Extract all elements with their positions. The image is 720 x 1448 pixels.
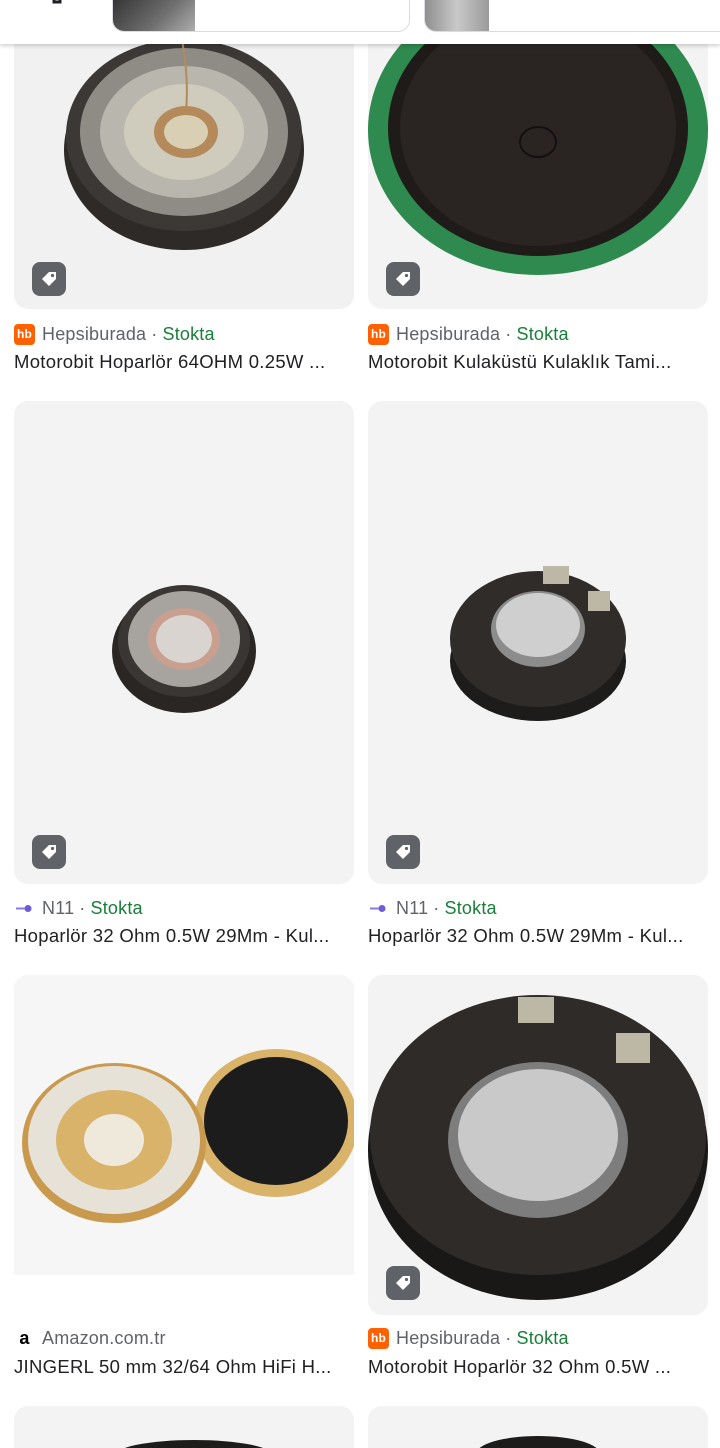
source-name: Hepsiburada <box>396 323 501 344</box>
price-tag-icon[interactable] <box>386 835 420 869</box>
product-title[interactable]: Motorobit Kulaküstü Kulaklık Tami... <box>368 351 700 377</box>
price-tag-icon[interactable] <box>32 262 66 296</box>
hepsiburada-icon: hb <box>368 323 389 345</box>
product-image[interactable] <box>14 1406 354 1448</box>
product-title[interactable]: Hoparlör 32 Ohm 0.5W 29Mm - Kul... <box>14 925 346 951</box>
product-image[interactable] <box>14 401 354 884</box>
price-tag-icon[interactable] <box>386 262 420 296</box>
n11-icon <box>14 898 35 919</box>
n11-icon <box>368 898 389 919</box>
product-title[interactable]: JINGERL 50 mm 32/64 Ohm HiFi H... <box>14 1356 346 1382</box>
logo[interactable] <box>36 0 76 6</box>
source-line[interactable]: hb Hepsiburada · Stokta <box>368 1326 569 1350</box>
amazon-icon: a <box>19 1327 30 1348</box>
chip-thumbnail <box>425 0 489 31</box>
source-line[interactable]: N11 · Stokta <box>368 896 497 920</box>
related-search-chip[interactable] <box>424 0 720 32</box>
price-tag-icon[interactable] <box>32 835 66 869</box>
product-image[interactable] <box>368 0 708 309</box>
separator: · <box>505 323 512 344</box>
source-name: Amazon.com.tr <box>42 1327 166 1348</box>
source-line[interactable]: hb Hepsiburada · Stokta <box>368 322 569 346</box>
source-line[interactable]: hb Hepsiburada · Stokta <box>14 322 215 346</box>
source-name: Hepsiburada <box>42 323 147 344</box>
separator: · <box>505 1327 512 1348</box>
product-title[interactable]: Motorobit Hoparlör 32 Ohm 0.5W ... <box>368 1356 700 1382</box>
product-image[interactable] <box>368 1406 708 1448</box>
source-name: N11 <box>42 897 75 918</box>
source-name: N11 <box>396 897 429 918</box>
hepsiburada-icon: hb <box>368 1327 389 1349</box>
product-title[interactable]: Hoparlör 32 Ohm 0.5W 29Mm - Kul... <box>368 925 700 951</box>
product-title[interactable]: Motorobit Hoparlör 64OHM 0.25W ... <box>14 351 346 377</box>
stock-status: Stokta <box>162 323 215 344</box>
source-name: Hepsiburada <box>396 1327 501 1348</box>
top-bar <box>0 0 720 44</box>
product-image[interactable] <box>368 975 708 1315</box>
stock-status: Stokta <box>90 897 143 918</box>
stock-status: Stokta <box>516 323 569 344</box>
product-image[interactable] <box>368 401 708 884</box>
related-search-chip[interactable] <box>112 0 410 32</box>
chip-thumbnail <box>113 0 195 31</box>
hepsiburada-icon: hb <box>14 323 35 345</box>
stock-status: Stokta <box>444 897 497 918</box>
separator: · <box>151 323 158 344</box>
separator: · <box>433 897 440 918</box>
price-tag-icon[interactable] <box>386 1266 420 1300</box>
product-image[interactable] <box>14 0 354 309</box>
source-line[interactable]: a Amazon.com.tr <box>14 1326 166 1350</box>
product-image[interactable] <box>14 975 354 1315</box>
separator: · <box>79 897 86 918</box>
source-line[interactable]: N11 · Stokta <box>14 896 143 920</box>
stock-status: Stokta <box>516 1327 569 1348</box>
